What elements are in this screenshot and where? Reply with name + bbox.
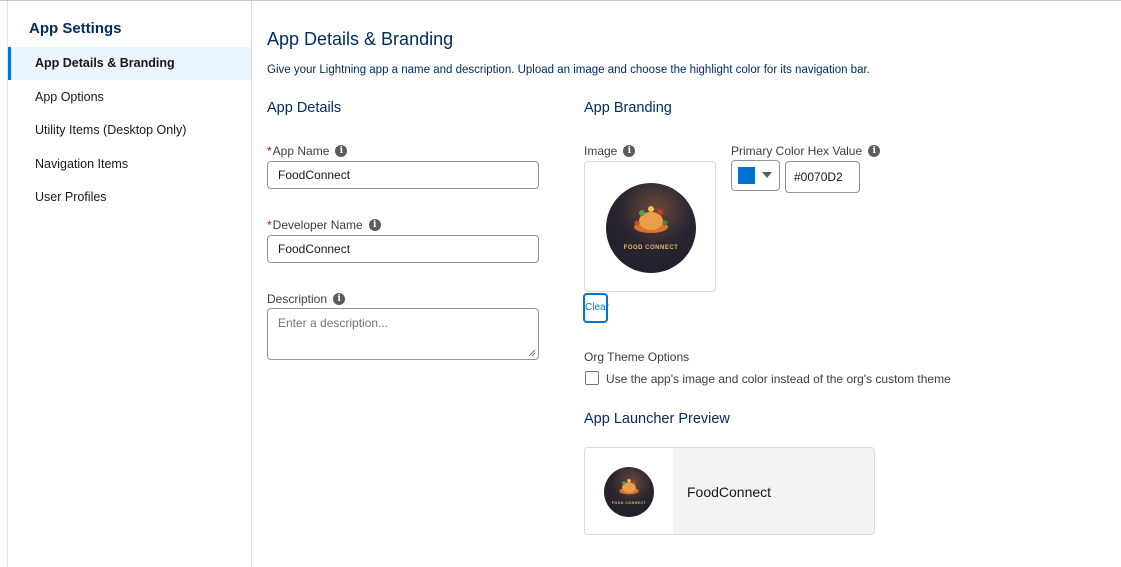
info-icon[interactable]: i [333,293,346,305]
clear-image-button[interactable]: Clear [583,293,609,323]
chevron-down-icon [762,172,772,178]
color-swatch [738,167,755,184]
logo-text: FOOD CONNECT [623,245,679,251]
description-placeholder: Enter a description... [278,316,389,330]
description-textarea[interactable]: Enter a description... [267,308,539,360]
org-theme-checkbox-label[interactable]: Use the app's image and color instead of… [606,372,951,386]
app-details-heading: App Details [267,100,342,116]
settings-sidebar: App Settings App Details & Branding App … [8,1,252,567]
app-branding-heading: App Branding [584,100,672,116]
sidebar-item-utility-items[interactable]: Utility Items (Desktop Only) [8,114,251,147]
info-icon[interactable]: i [623,145,636,157]
description-label-text: Description [267,292,328,306]
app-launcher-preview-card: FOOD CONNECT FoodConnect [584,447,875,535]
primary-color-label: Primary Color Hex Value i [731,144,881,158]
org-theme-checkbox[interactable] [585,371,599,385]
sidebar-item-navigation-items[interactable]: Navigation Items [8,148,251,181]
sidebar-item-app-details-branding[interactable]: App Details & Branding [8,47,251,80]
info-icon[interactable]: i [868,145,881,157]
app-logo-image: FOOD CONNECT [606,183,696,273]
preview-app-name: FoodConnect [687,484,772,500]
color-picker-button[interactable] [731,160,780,191]
page-title: App Details & Branding [267,29,454,49]
app-launcher-preview-heading: App Launcher Preview [584,411,730,427]
food-plate-icon [619,479,639,495]
hex-color-input[interactable]: #0070D2 [785,161,860,193]
primary-color-label-text: Primary Color Hex Value [731,144,863,158]
preview-app-logo: FOOD CONNECT [604,467,654,517]
preview-logo-area: FOOD CONNECT [585,448,673,534]
sidebar-item-app-options[interactable]: App Options [8,81,251,114]
info-icon[interactable]: i [335,145,348,157]
developer-name-label: *Developer Name i [267,218,381,232]
developer-name-label-text: Developer Name [272,218,363,232]
app-name-input[interactable]: FoodConnect [267,161,539,189]
org-theme-label: Org Theme Options [584,350,690,364]
image-label: Image i [584,144,636,158]
resize-grip-icon[interactable] [528,349,536,357]
required-mark: * [267,218,272,232]
sidebar-item-user-profiles[interactable]: User Profiles [8,181,251,214]
main-content: App Details & Branding Give your Lightni… [252,1,1121,567]
app-name-label: *App Name i [267,144,348,158]
food-plate-icon [634,206,668,233]
preview-logo-text: FOOD CONNECT [611,501,647,505]
image-preview-box[interactable]: FOOD CONNECT [584,161,716,292]
required-mark: * [267,144,272,158]
sidebar-title: App Settings [29,20,122,37]
image-label-text: Image [584,144,618,158]
description-label: Description i [267,292,346,306]
page-subtitle: Give your Lightning app a name and descr… [267,64,870,76]
info-icon[interactable]: i [368,219,381,231]
developer-name-input[interactable]: FoodConnect [267,235,539,263]
app-name-label-text: App Name [272,144,330,158]
